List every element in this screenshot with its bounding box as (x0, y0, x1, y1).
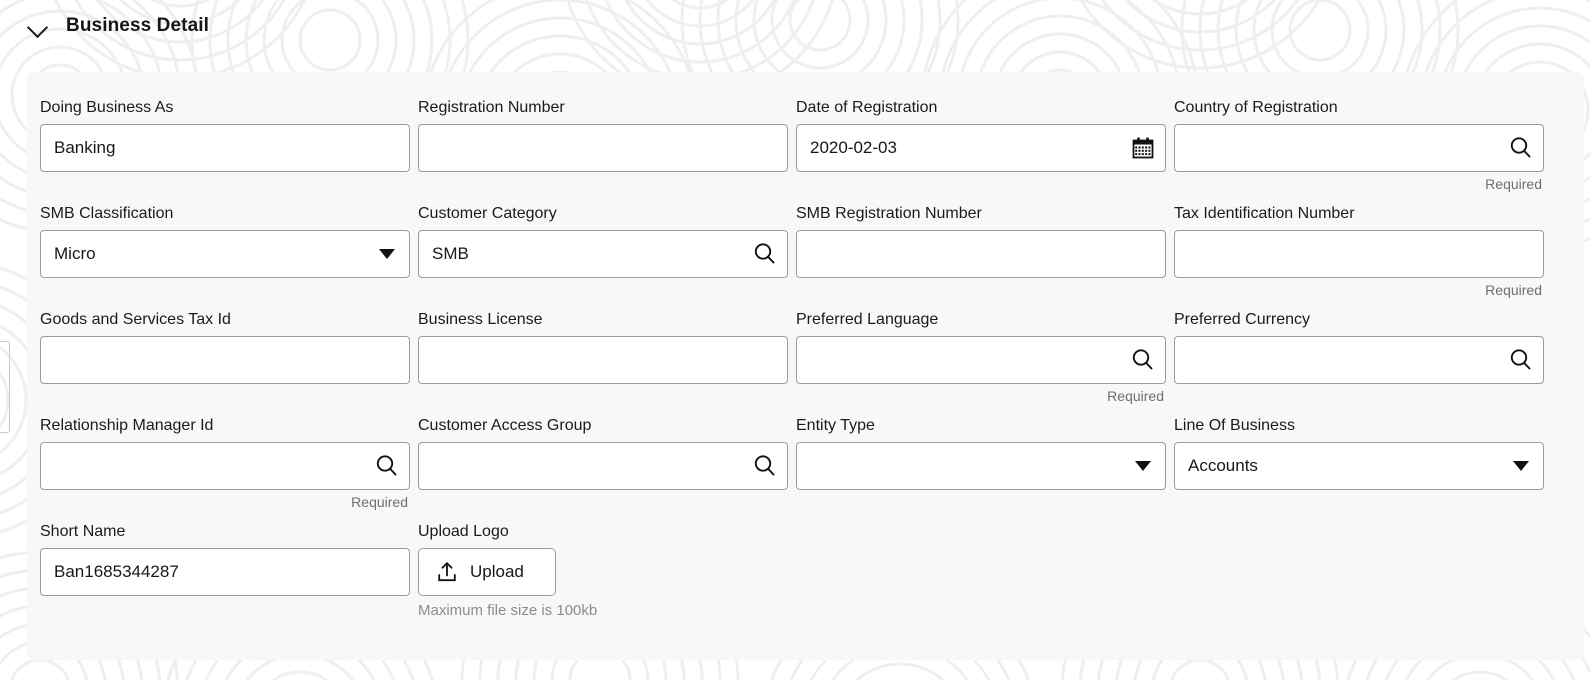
label-tax-identification-number: Tax Identification Number (1174, 205, 1355, 222)
chevron-down-icon[interactable] (365, 231, 409, 277)
upload-icon (435, 560, 459, 584)
input-registration-number[interactable] (418, 124, 788, 172)
label-entity-type: Entity Type (796, 417, 875, 434)
field-customer-access-group: Customer Access Group (418, 410, 796, 516)
label-upload-logo: Upload Logo (418, 523, 509, 540)
helper-relationship-manager-id: Required (351, 494, 408, 510)
label-business-license: Business License (418, 311, 543, 328)
input-relationship-manager-id[interactable] (40, 442, 410, 490)
input-preferred-language[interactable] (796, 336, 1166, 384)
section-header[interactable]: Business Detail (27, 0, 209, 52)
input-customer-access-group[interactable] (418, 442, 788, 490)
input-smb-classification[interactable]: Micro (40, 230, 410, 278)
value-short-name: Ban1685344287 (54, 562, 179, 581)
helper-date-of-registration (796, 172, 1166, 198)
input-short-name[interactable]: Ban1685344287 (40, 548, 410, 596)
helper-smb-classification (40, 278, 410, 304)
search-icon[interactable] (365, 443, 409, 489)
input-entity-type[interactable] (796, 442, 1166, 490)
search-icon[interactable] (743, 443, 787, 489)
helper-tax-identification-number: Required (1485, 282, 1542, 298)
calendar-icon[interactable] (1121, 125, 1165, 171)
label-short-name: Short Name (40, 523, 126, 540)
field-upload-logo: Upload Logo Upload Maximum file size is 10… (418, 516, 796, 622)
upload-button[interactable]: Upload (418, 548, 556, 596)
label-date-of-registration: Date of Registration (796, 99, 938, 116)
input-tax-identification-number[interactable] (1174, 230, 1544, 278)
business-detail-card: Doing Business As Banking Registration Num… (27, 72, 1584, 660)
helper-country-of-registration: Required (1485, 176, 1542, 192)
label-preferred-language: Preferred Language (796, 311, 939, 328)
helper-preferred-currency (1174, 384, 1544, 410)
label-doing-business-as: Doing Business As (40, 99, 174, 116)
value-line-of-business: Accounts (1188, 456, 1258, 475)
helper-preferred-language: Required (1107, 388, 1164, 404)
upload-button-label: Upload (470, 562, 524, 581)
field-preferred-currency: Preferred Currency (1174, 304, 1552, 410)
label-goods-and-services-tax-id: Goods and Services Tax Id (40, 311, 231, 328)
input-goods-and-services-tax-id[interactable] (40, 336, 410, 384)
helper-entity-type (796, 490, 1166, 516)
label-line-of-business: Line Of Business (1174, 417, 1295, 434)
helper-doing-business-as (40, 172, 410, 198)
field-customer-category: Customer Category SMB (418, 198, 796, 304)
helper-smb-registration-number (796, 278, 1166, 304)
input-preferred-currency[interactable] (1174, 336, 1544, 384)
value-date-of-registration: 2020-02-03 (810, 138, 897, 157)
search-icon[interactable] (1499, 337, 1543, 383)
label-customer-category: Customer Category (418, 205, 557, 222)
spacer-column-3 (796, 516, 1174, 622)
helper-customer-access-group (418, 490, 788, 516)
helper-goods-and-services-tax-id (40, 384, 410, 410)
field-tax-identification-number: Tax Identification Number Required (1174, 198, 1552, 304)
helper-business-license (418, 384, 788, 410)
label-registration-number: Registration Number (418, 99, 565, 116)
label-preferred-currency: Preferred Currency (1174, 311, 1311, 328)
business-detail-page: Business Detail Doing Business As Banking… (0, 0, 1590, 680)
helper-registration-number (418, 172, 788, 198)
label-smb-classification: SMB Classification (40, 205, 174, 222)
value-smb-classification: Micro (54, 244, 96, 263)
field-registration-number: Registration Number (418, 92, 796, 198)
search-icon[interactable] (1121, 337, 1165, 383)
label-customer-access-group: Customer Access Group (418, 417, 592, 434)
input-line-of-business[interactable]: Accounts (1174, 442, 1544, 490)
chevron-down-icon[interactable] (27, 15, 49, 37)
chevron-down-icon[interactable] (1499, 443, 1543, 489)
field-goods-and-services-tax-id: Goods and Services Tax Id (40, 304, 418, 410)
field-smb-registration-number: SMB Registration Number (796, 198, 1174, 304)
field-smb-classification: SMB Classification Micro (40, 198, 418, 304)
field-doing-business-as: Doing Business As Banking (40, 92, 418, 198)
value-customer-category: SMB (432, 244, 469, 263)
search-icon[interactable] (743, 231, 787, 277)
input-date-of-registration[interactable]: 2020-02-03 (796, 124, 1166, 172)
field-line-of-business: Line Of Business Accounts (1174, 410, 1552, 516)
field-short-name: Short Name Ban1685344287 (40, 516, 418, 622)
field-date-of-registration: Date of Registration 2020-02-03 (796, 92, 1174, 198)
helper-customer-category (418, 278, 788, 304)
page-title: Business Detail (66, 15, 209, 36)
helper-short-name (40, 596, 410, 622)
label-country-of-registration: Country of Registration (1174, 99, 1338, 116)
field-business-license: Business License (418, 304, 796, 410)
input-country-of-registration[interactable] (1174, 124, 1544, 172)
value-doing-business-as: Banking (54, 138, 116, 157)
chevron-down-icon[interactable] (1121, 443, 1165, 489)
field-relationship-manager-id: Relationship Manager Id Required (40, 410, 418, 516)
upload-hint: Maximum file size is 100kb (418, 602, 598, 619)
field-preferred-language: Preferred Language Required (796, 304, 1174, 410)
input-customer-category[interactable]: SMB (418, 230, 788, 278)
field-entity-type: Entity Type (796, 410, 1174, 516)
business-detail-form: Doing Business As Banking Registration Num… (40, 92, 1571, 622)
left-edge-handle[interactable] (0, 341, 10, 433)
label-smb-registration-number: SMB Registration Number (796, 205, 982, 222)
input-business-license[interactable] (418, 336, 788, 384)
spacer-column-4 (1174, 516, 1552, 622)
input-doing-business-as[interactable]: Banking (40, 124, 410, 172)
input-smb-registration-number[interactable] (796, 230, 1166, 278)
field-country-of-registration: Country of Registration Required (1174, 92, 1552, 198)
helper-line-of-business (1174, 490, 1544, 516)
label-relationship-manager-id: Relationship Manager Id (40, 417, 214, 434)
search-icon[interactable] (1499, 125, 1543, 171)
